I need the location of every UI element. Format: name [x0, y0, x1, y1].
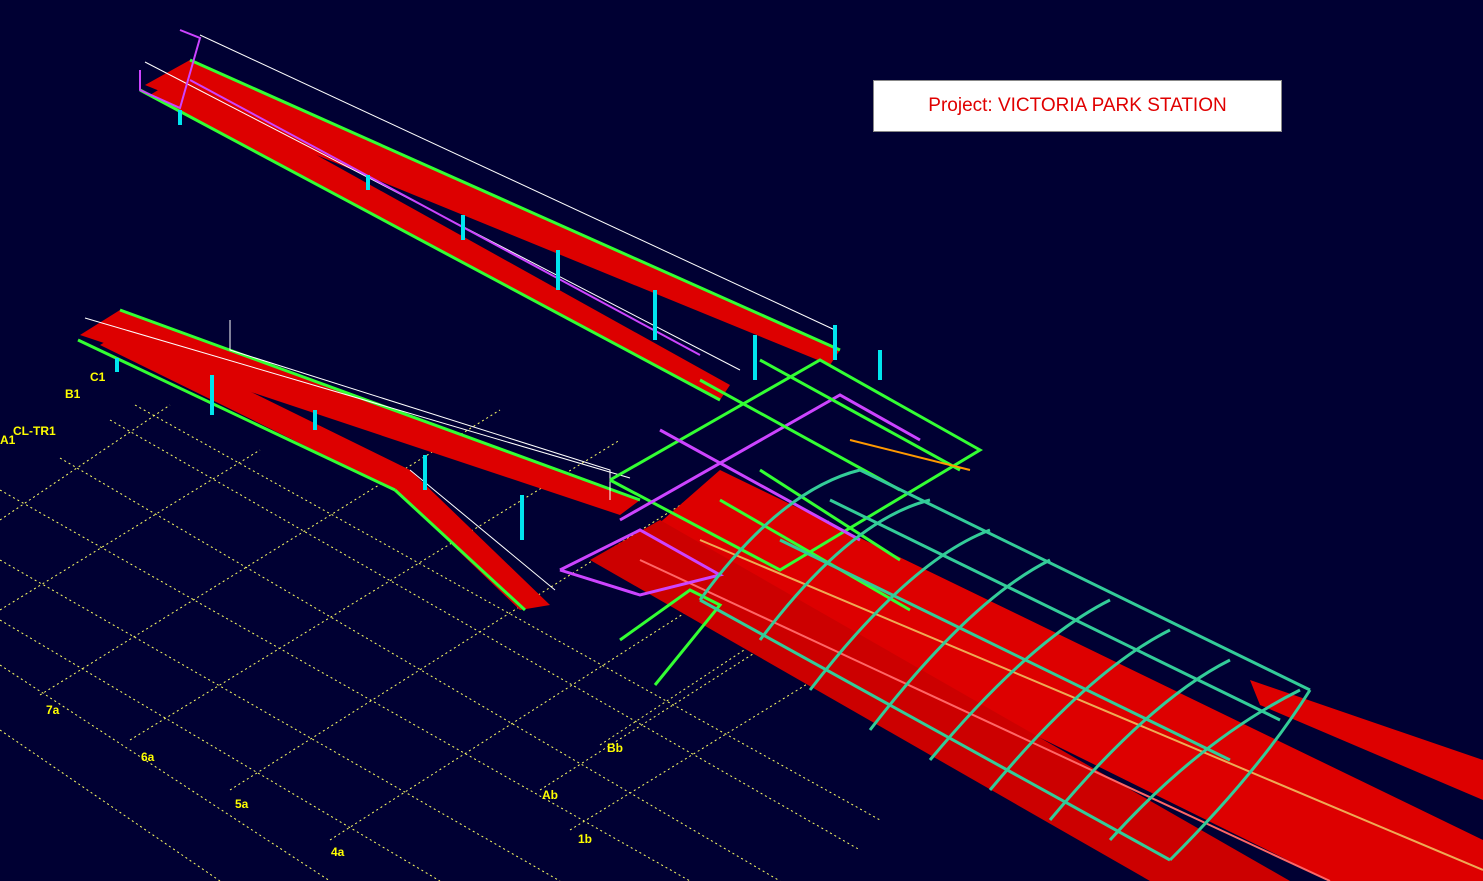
- station-platforms: [590, 470, 1483, 881]
- grid-label-cl-tr1: CL-TR1: [13, 424, 56, 438]
- upper-ramp: [139, 29, 841, 402]
- grid-label-b1: B1: [65, 387, 81, 401]
- project-title: Project: VICTORIA PARK STATION: [928, 95, 1227, 116]
- project-title-box: Project: VICTORIA PARK STATION: [873, 80, 1282, 132]
- grid-label-1b: 1b: [578, 832, 592, 846]
- grid-label-4a: 4a: [331, 845, 345, 859]
- grid-label-a1: A1: [0, 433, 16, 447]
- grid-label-bb: Bb: [607, 741, 623, 755]
- lower-ramp: [77, 308, 641, 612]
- grid-label-5a: 5a: [235, 797, 249, 811]
- structural-3d-model[interactable]: C1 B1 CL-TR1 A1 7a 6a 5a 4a Bb Ab 1b: [0, 0, 1483, 881]
- grid-label-c1: C1: [90, 370, 106, 384]
- grid-label-7a: 7a: [46, 703, 60, 717]
- grid-label-6a: 6a: [141, 750, 155, 764]
- cad-viewport[interactable]: C1 B1 CL-TR1 A1 7a 6a 5a 4a Bb Ab 1b Pro…: [0, 0, 1483, 881]
- grid-label-ab: Ab: [542, 788, 558, 802]
